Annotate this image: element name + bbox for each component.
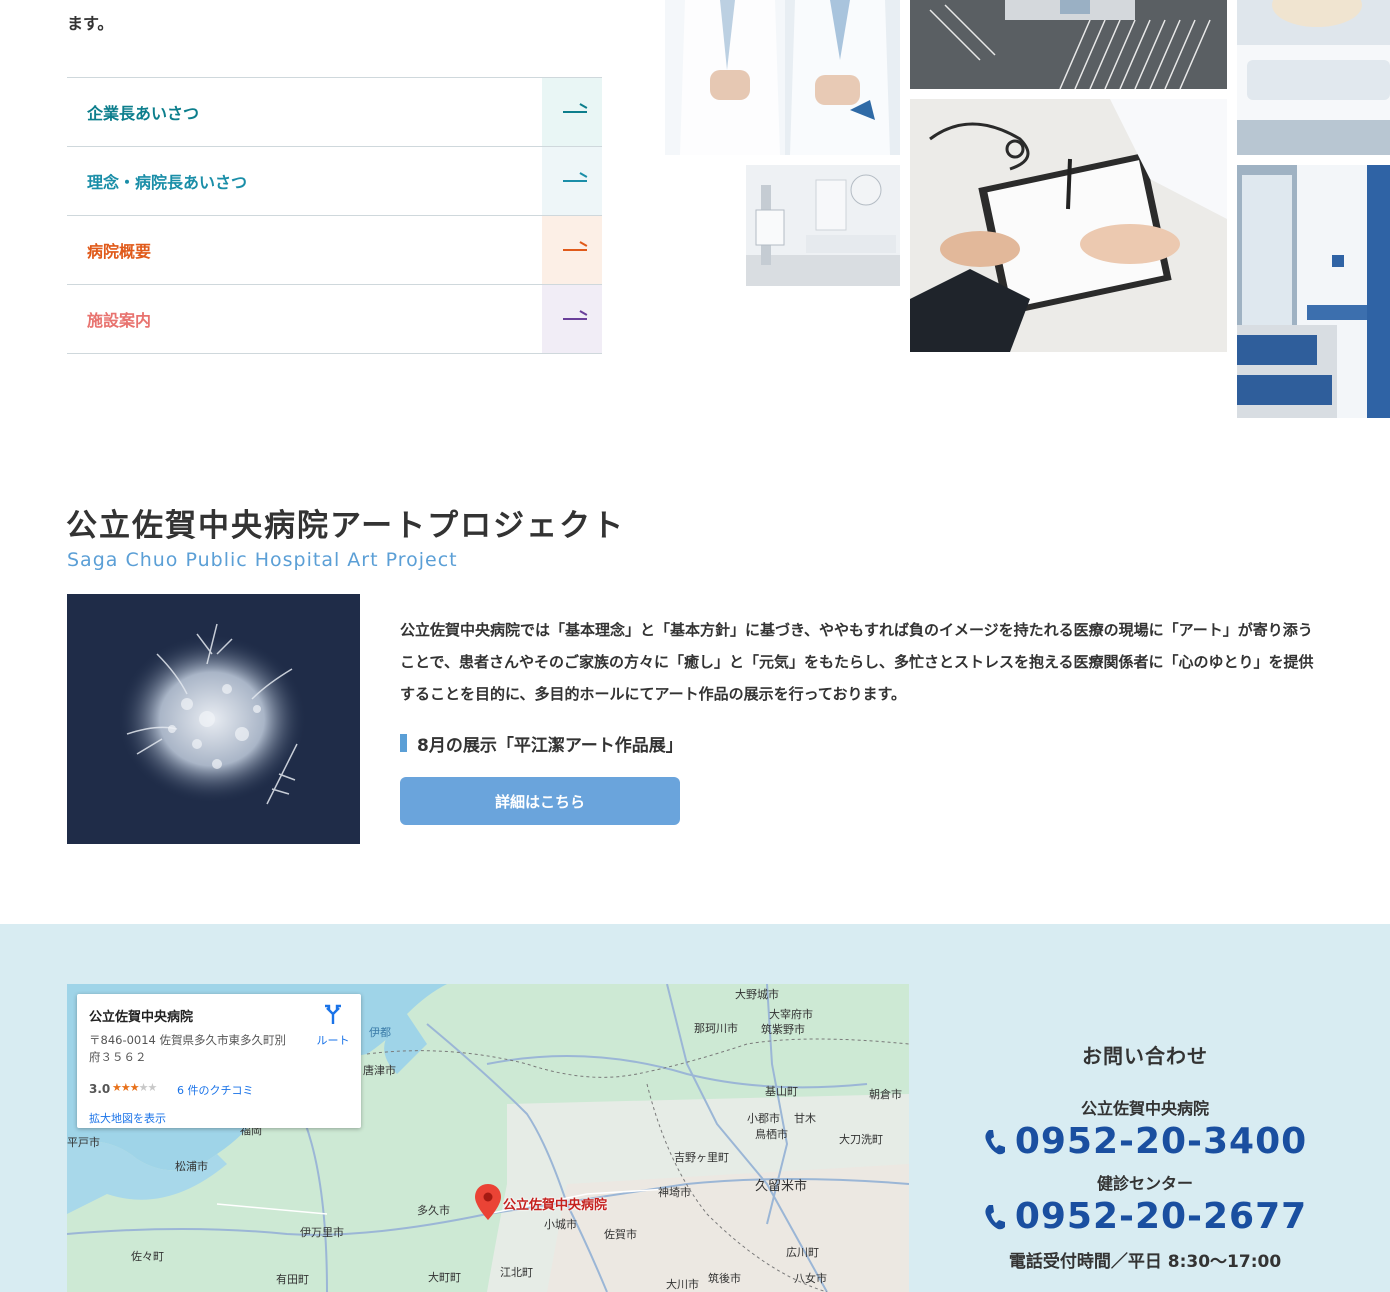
about-nav-list: 企業長あいさつ 理念・病院長あいさつ 病院概要 施設案内 <box>67 77 602 354</box>
map-place-label: 大野城市 <box>735 988 779 1001</box>
map-place-label: 那珂川市 <box>694 1022 738 1035</box>
map-pin-icon[interactable] <box>475 1184 501 1220</box>
hospital-name: 公立佐賀中央病院 <box>1080 1099 1209 1118</box>
art-project-title: 公立佐賀中央病院アートプロジェクト <box>66 508 626 544</box>
hospital-phone-link[interactable]: 0952-20-3400 <box>980 1121 1310 1162</box>
map-place-label: 松浦市 <box>175 1160 208 1173</box>
details-button[interactable]: 詳細はこちら <box>400 777 680 825</box>
map-place-label: 甘木 <box>794 1112 816 1125</box>
phone-icon <box>985 1129 1005 1154</box>
map-route-button[interactable]: ルート <box>311 1004 355 1048</box>
map-address: 〒846-0014 佐賀県多久市東多久町別府３５６２ <box>89 1033 287 1064</box>
xray-room-photo <box>746 165 900 286</box>
directions-icon <box>325 1004 341 1024</box>
nav-link-label: 企業長あいさつ <box>87 104 200 123</box>
hospital-phone-number: 0952-20-3400 <box>1014 1121 1308 1162</box>
map-place-label: 唐津市 <box>363 1064 396 1077</box>
map-place-label: 朝倉市 <box>869 1088 902 1101</box>
map-place-label: 多久市 <box>417 1204 450 1217</box>
star-rating-icon: ★★★★★ <box>112 1081 157 1094</box>
map-place-label: 大町町 <box>428 1271 461 1284</box>
map-place-label: 鳥栖市 <box>755 1128 788 1141</box>
map-place-label: 八女市 <box>794 1272 827 1285</box>
exhibit-title: 8月の展示「平江潔アート作品展」 <box>417 735 683 756</box>
nav-arrow-box <box>542 216 602 284</box>
checkup-phone-link[interactable]: 0952-20-2677 <box>980 1196 1310 1237</box>
contact-heading: お問い合わせ <box>1082 1044 1208 1068</box>
map-place-label: 佐々町 <box>131 1250 164 1263</box>
google-map-embed[interactable]: 大野城市 大宰府市 那珂川市 筑紫野市 唐津市 基山町 朝倉市 小郡市 甘木 鳥… <box>67 984 909 1292</box>
map-place-label: 佐賀市 <box>604 1228 637 1241</box>
arrow-right-icon <box>563 318 587 320</box>
map-place-label: 筑後市 <box>708 1272 741 1285</box>
phone-icon <box>985 1204 1005 1229</box>
map-place-name: 公立佐賀中央病院 <box>89 1010 194 1025</box>
nav-link-label: 施設案内 <box>87 311 152 330</box>
map-place-label: 基山町 <box>765 1085 798 1098</box>
map-place-label: 有田町 <box>276 1273 309 1286</box>
map-pin-label: 公立佐賀中央病院 <box>503 1198 608 1213</box>
map-place-label: 大刀洗町 <box>839 1133 883 1146</box>
map-place-label: 伊万里市 <box>300 1226 344 1239</box>
map-place-label: 筑紫野市 <box>761 1023 805 1036</box>
contact-block: お問い合わせ 公立佐賀中央病院 0952-20-3400 健診センター 0952… <box>980 1040 1310 1272</box>
art-project-subtitle: Saga Chuo Public Hospital Art Project <box>67 549 458 571</box>
map-info-card: 公立佐賀中央病院 〒846-0014 佐賀県多久市東多久町別府３５６２ 3.0 … <box>77 994 361 1128</box>
phone-hours: 電話受付時間／平日 8:30〜17:00 <box>1008 1252 1282 1272</box>
nav-link-facility-guide[interactable]: 施設案内 <box>67 285 602 354</box>
arrow-right-icon <box>563 180 587 182</box>
map-place-label: 吉野ヶ里町 <box>674 1151 729 1164</box>
nav-link-label: 理念・病院長あいさつ <box>87 173 248 192</box>
map-place-label: 小城市 <box>544 1218 577 1231</box>
map-enlarge-link[interactable]: 拡大地図を表示 <box>89 1110 166 1126</box>
map-place-label: 小郡市 <box>747 1112 780 1125</box>
nav-link-philosophy-director-greeting[interactable]: 理念・病院長あいさつ <box>67 147 602 216</box>
nav-arrow-box <box>542 147 602 215</box>
nav-link-label: 病院概要 <box>87 242 152 261</box>
corridor-photo <box>1237 165 1390 418</box>
map-place-label: 神埼市 <box>658 1186 691 1199</box>
doctor-consultation-photo <box>910 99 1227 352</box>
map-place-label: 平戸市 <box>67 1136 100 1149</box>
map-place-label: 江北町 <box>500 1266 533 1279</box>
checkup-center-name: 健診センター <box>1096 1174 1193 1193</box>
checkup-phone-number: 0952-20-2677 <box>1014 1196 1308 1237</box>
nav-arrow-box <box>542 285 602 353</box>
map-place-label: 広川町 <box>786 1246 819 1259</box>
nav-arrow-box <box>542 78 602 146</box>
map-reviews-link[interactable]: 6 件のクチコミ <box>177 1082 254 1098</box>
nav-link-hospital-overview[interactable]: 病院概要 <box>67 216 602 285</box>
map-place-label: 伊都 <box>369 1026 391 1039</box>
doctors-photo <box>665 0 900 155</box>
map-place-label: 大宰府市 <box>769 1008 813 1021</box>
exhibit-marker <box>400 734 407 752</box>
parking-aerial-photo <box>910 0 1227 89</box>
map-place-label: 大川市 <box>666 1278 699 1291</box>
map-place-label: 久留米市 <box>755 1179 808 1194</box>
intro-text-tail: ます。 <box>67 14 114 33</box>
art-project-description: 公立佐賀中央病院では「基本理念」と「基本方針」に基づき、ややもすれば負のイメージ… <box>400 621 1314 703</box>
map-route-label: ルート <box>316 1034 350 1047</box>
nav-link-ceo-greeting[interactable]: 企業長あいさつ <box>67 78 602 147</box>
arrow-right-icon <box>563 111 587 113</box>
hospital-bed-photo <box>1237 0 1390 155</box>
map-rating: 3.0 <box>89 1082 111 1096</box>
artwork-image <box>67 594 360 844</box>
current-exhibit: 8月の展示「平江潔アート作品展」 <box>400 732 683 756</box>
arrow-right-icon <box>563 249 587 251</box>
